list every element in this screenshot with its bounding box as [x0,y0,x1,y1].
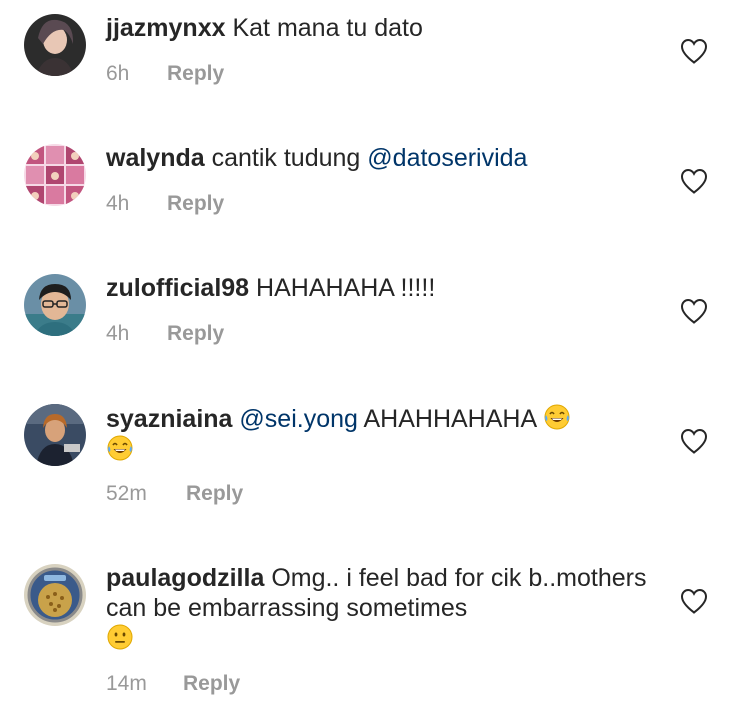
reply-button[interactable]: Reply [167,61,224,87]
comments-list: jjazmynxx Kat mana tu dato 6h Reply waly… [0,0,750,712]
avatar[interactable] [24,14,86,76]
comment-time: 4h [106,322,130,345]
mention-link[interactable]: @datoserivida [367,144,527,172]
comment-meta: 14m Reply [106,671,240,697]
avatar[interactable] [24,564,86,626]
comment-text: Kat mana tu dato [232,14,423,42]
comment-meta: 4h Reply [106,191,224,217]
comment-username[interactable]: zulofficial98 [106,274,249,302]
comment-item: walynda cantik tudung @datoserivida 4h Re… [0,130,750,260]
comment-username[interactable]: jjazmynxx [106,14,226,42]
reply-button[interactable]: Reply [186,481,243,507]
mention-link[interactable]: @sei.yong [239,405,358,433]
comment-meta: 52m Reply [106,481,243,507]
comment-item: jjazmynxx Kat mana tu dato 6h Reply [0,0,750,130]
face-with-tears-of-joy-icon [106,434,134,462]
reply-button[interactable]: Reply [167,191,224,217]
heart-outline-icon[interactable] [680,588,708,614]
comment-text: HAHAHAHA !!!!! [256,274,436,302]
avatar[interactable] [24,274,86,336]
heart-outline-icon[interactable] [680,428,708,454]
comment-item: syazniaina @sei.yong AHAHHAHAHA 52m Reply [0,390,750,540]
comment-username[interactable]: walynda [106,144,205,172]
comment-item: zulofficial98 HAHAHAHA !!!!! 4h Reply [0,260,750,390]
face-with-tears-of-joy-icon [543,403,571,431]
comment-username[interactable]: syazniaina [106,405,232,433]
comment-time: 6h [106,62,130,85]
comment-time: 52m [106,482,147,505]
comment-body: paulagodzilla Omg.. i feel bad for cik b… [106,563,651,654]
avatar[interactable] [24,404,86,466]
comment-text: cantik tudung [211,144,361,172]
comment-meta: 6h Reply [106,61,224,87]
reply-button[interactable]: Reply [183,671,240,697]
comment-body: syazniaina @sei.yong AHAHHAHAHA [106,403,666,465]
comment-meta: 4h Reply [106,321,224,347]
heart-outline-icon[interactable] [680,298,708,324]
comment-text: AHAHHAHAHA [363,405,536,433]
comment-time: 14m [106,672,147,695]
comment-item: paulagodzilla Omg.. i feel bad for cik b… [0,550,750,712]
neutral-face-icon [106,623,134,651]
reply-button[interactable]: Reply [167,321,224,347]
comment-username[interactable]: paulagodzilla [106,564,264,592]
comment-body: walynda cantik tudung @datoserivida [106,143,666,173]
comment-time: 4h [106,192,130,215]
avatar[interactable] [24,144,86,206]
comment-body: jjazmynxx Kat mana tu dato [106,13,666,43]
comment-body: zulofficial98 HAHAHAHA !!!!! [106,273,666,303]
heart-outline-icon[interactable] [680,168,708,194]
heart-outline-icon[interactable] [680,38,708,64]
